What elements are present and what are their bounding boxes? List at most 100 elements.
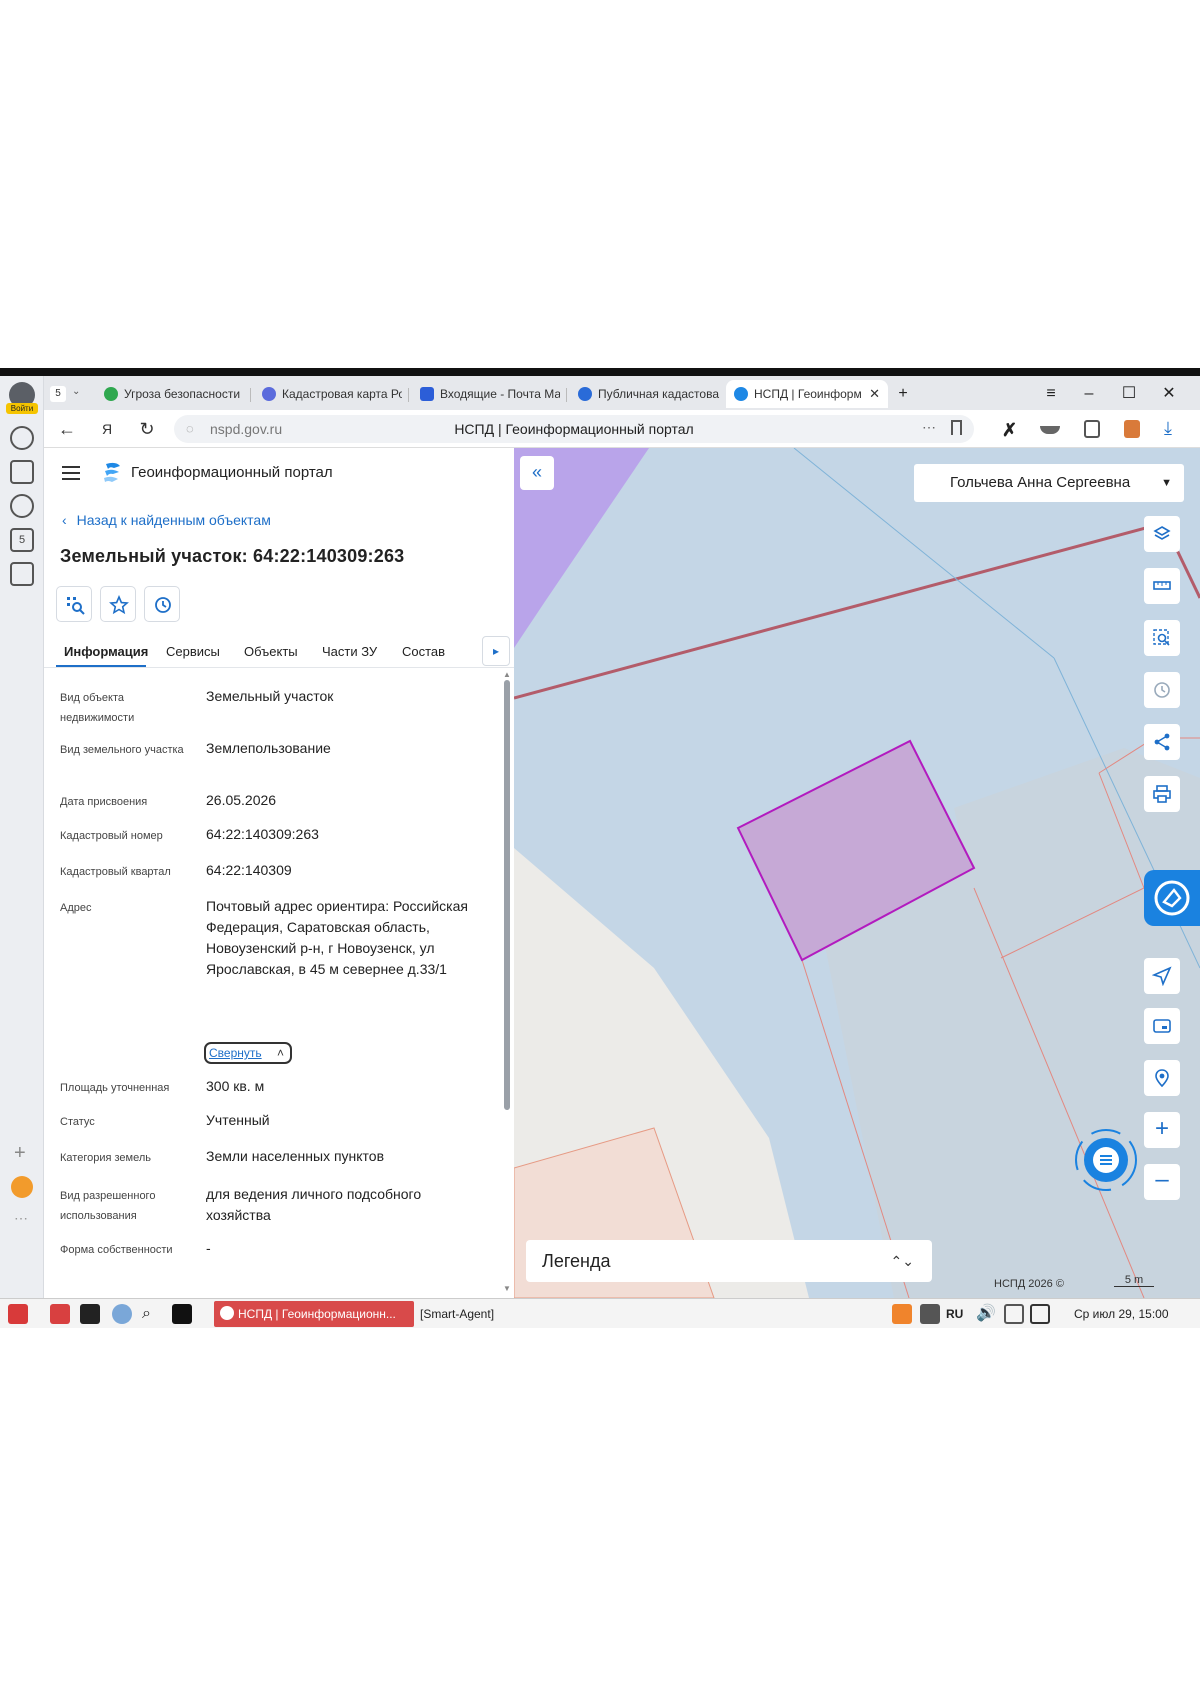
field-value: - [206, 1240, 211, 1256]
assistant-icon [1154, 880, 1190, 916]
new-tab-button[interactable]: + [888, 380, 918, 408]
area-search-button[interactable] [1144, 620, 1180, 656]
volume-icon[interactable]: 🔊 [976, 1304, 996, 1324]
close-window-button[interactable]: ✕ [1154, 380, 1184, 408]
zoom-in-button[interactable]: + [1144, 1112, 1180, 1148]
more-icon[interactable]: ⋯ [922, 419, 936, 436]
scroll-up-icon[interactable]: ▲ [503, 670, 511, 679]
tab-objects[interactable]: Объекты [244, 644, 298, 659]
tray-app-icon[interactable] [920, 1304, 940, 1324]
tab-composition[interactable]: Состав [402, 644, 445, 659]
scrollbar-thumb[interactable] [504, 680, 510, 1110]
legend-selector[interactable]: Легенда ⌃⌄ [526, 1240, 932, 1282]
login-badge[interactable]: Войти [6, 403, 38, 414]
collapse-button[interactable]: Свернуть ˄ [204, 1042, 292, 1064]
taskbar-window-smart-agent[interactable]: [Smart-Agent] [420, 1303, 494, 1325]
collapse-panel-button[interactable]: « [520, 456, 554, 490]
back-to-results-link[interactable]: ‹ Назад к найденным объектам [62, 512, 271, 528]
favorite-button[interactable] [100, 586, 136, 622]
tab-parts[interactable]: Части ЗУ [322, 644, 377, 659]
search-location-button[interactable] [1144, 1060, 1180, 1096]
tab-mail[interactable]: Входящие - Почта Ма [412, 380, 560, 408]
extension-icon[interactable] [1040, 426, 1060, 434]
history-map-button[interactable] [1144, 672, 1180, 708]
close-tab-icon[interactable]: ✕ [869, 380, 880, 408]
chevron-up-icon: ˄ [276, 1046, 284, 1060]
location-search-icon [1155, 1069, 1169, 1088]
tabs-scroll-right-button[interactable]: ▸ [482, 636, 510, 666]
ruler-button[interactable] [1144, 568, 1180, 604]
layers-icon [1153, 526, 1171, 540]
share-button[interactable] [1144, 724, 1180, 760]
zoom-out-button[interactable]: – [1144, 1164, 1180, 1200]
tab-cadastral-map[interactable]: Кадастровая карта Ро [254, 380, 402, 408]
print-button[interactable] [1144, 776, 1180, 812]
network-icon[interactable] [1030, 1304, 1050, 1324]
history-icon [155, 597, 171, 613]
reload-button[interactable]: ↻ [134, 416, 160, 442]
extension-icon[interactable]: ✗ [1002, 420, 1017, 441]
clipboard-icon[interactable] [1004, 1304, 1024, 1324]
scroll-down-icon[interactable]: ▼ [503, 1284, 511, 1293]
back-link-label: Назад к найденным объектам [76, 512, 271, 528]
taskbar-window-label: НСПД | Геоинформационн... [238, 1307, 396, 1321]
collapse-label: Свернуть [209, 1046, 262, 1060]
tab-label: Кадастровая карта Ро [282, 387, 402, 401]
minimap-icon [1153, 1019, 1171, 1033]
menu-icon[interactable]: ≡ [1036, 380, 1066, 408]
download-icon[interactable]: ⤓ [1164, 418, 1172, 439]
clock: Ср июл 29, 15:00 [1074, 1307, 1169, 1321]
minimize-button[interactable]: – [1074, 380, 1104, 408]
history-icon[interactable] [10, 426, 34, 450]
chat-button[interactable] [1074, 1128, 1138, 1192]
app-icon[interactable] [172, 1304, 192, 1324]
extension-icon[interactable] [1124, 420, 1140, 438]
nspd-logo-icon [734, 387, 748, 401]
bookmark-icon[interactable] [951, 420, 962, 435]
tab-public-cadastral[interactable]: Публичная кадастова [570, 380, 720, 408]
files-app-icon[interactable] [50, 1304, 70, 1324]
terminal-icon[interactable] [80, 1304, 100, 1324]
top-black-bar [0, 368, 1200, 376]
user-menu[interactable]: Гольчева Анна Сергеевна ▼ [914, 464, 1184, 502]
tab-info[interactable]: Информация [64, 644, 148, 659]
collections-icon[interactable] [10, 460, 34, 484]
share-icon [1154, 733, 1170, 751]
layers-button[interactable] [1144, 516, 1180, 552]
tray-app-icon[interactable] [892, 1304, 912, 1324]
mail-app-icon[interactable] [11, 1176, 33, 1198]
start-menu-icon[interactable] [8, 1304, 28, 1324]
keyboard-layout[interactable]: RU [946, 1303, 963, 1325]
map-view[interactable]: « Гольчева Анна Сергеевна ▼ + – Легенда … [514, 448, 1200, 1298]
tab-count[interactable]: 5 [50, 386, 66, 402]
tab-nspd[interactable]: НСПД | Геоинформ ✕ [726, 380, 888, 408]
tab-security[interactable]: Угроза безопасности [96, 380, 246, 408]
add-icon[interactable]: + [14, 1142, 26, 1165]
history-button[interactable] [144, 586, 180, 622]
browser-app-icon[interactable] [112, 1304, 132, 1324]
field-label: Кадастровый квартал [60, 866, 171, 878]
minimap-button[interactable] [1144, 1008, 1180, 1044]
assistant-button[interactable] [1144, 870, 1200, 926]
yandex-browser-icon [220, 1306, 234, 1320]
back-button[interactable]: ← [54, 416, 80, 442]
tab-count-icon[interactable]: 5 [10, 528, 34, 552]
more-icon[interactable]: ⋯ [14, 1210, 28, 1227]
menu-icon[interactable] [62, 466, 80, 480]
screenshot-icon[interactable] [10, 562, 34, 586]
extension-icon[interactable] [1084, 420, 1100, 438]
mail-icon [420, 387, 434, 401]
caret-down-icon: ▼ [1161, 477, 1172, 489]
play-icon[interactable] [10, 494, 34, 518]
field-value: Учтенный [206, 1112, 270, 1128]
maximize-button[interactable]: ☐ [1114, 380, 1144, 408]
search-icon[interactable]: ⌕ [142, 1304, 162, 1324]
tab-services[interactable]: Сервисы [166, 644, 220, 659]
url-field[interactable]: ◌ nspd.gov.ru НСПД | Геоинформационный п… [174, 415, 974, 443]
field-value: 64:22:140309 [206, 862, 292, 878]
locate-object-button[interactable] [56, 586, 92, 622]
geolocation-button[interactable] [1144, 958, 1180, 994]
yandex-icon[interactable]: Я [94, 416, 120, 442]
chevron-down-icon[interactable]: ⌄ [72, 386, 80, 397]
taskbar-active-window[interactable]: НСПД | Геоинформационн... [214, 1301, 414, 1327]
